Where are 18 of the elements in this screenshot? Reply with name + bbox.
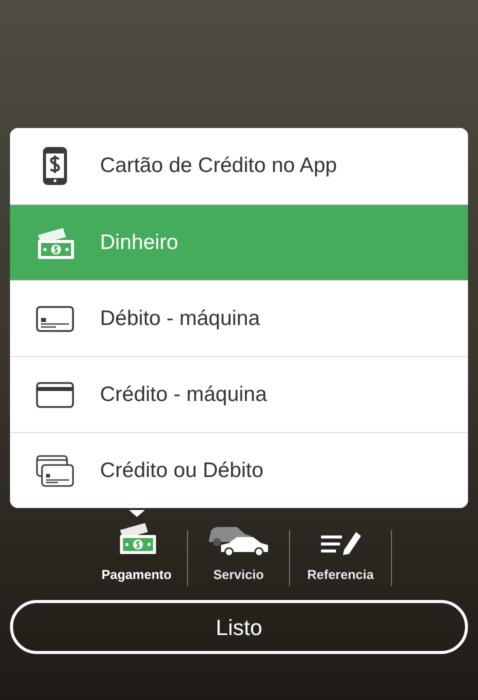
option-label: Cartão de Crédito no App: [100, 153, 337, 180]
tab-label: Pagamento: [101, 566, 172, 584]
tab-label: Servicio: [213, 566, 264, 584]
tab[interactable]: Servicio: [188, 512, 289, 586]
card-icon: [36, 306, 74, 332]
option-label: Crédito - máquina: [100, 382, 267, 408]
credit-card-icon: [36, 382, 74, 408]
stacked-cards-icon: [36, 454, 74, 486]
tab[interactable]: Pagamento: [86, 512, 187, 586]
option-label: Dinheiro: [100, 230, 178, 256]
done-button[interactable]: Listo: [10, 600, 468, 654]
payment-option[interactable]: Crédito ou Débito: [10, 432, 468, 508]
pointer-arrow: [128, 510, 144, 517]
tab[interactable]: Referencia: [290, 512, 391, 586]
option-label: Crédito ou Débito: [100, 458, 264, 484]
option-label: Débito - máquina: [100, 306, 260, 332]
tab-label: Referencia: [307, 566, 374, 584]
phone-dollar-icon: [43, 147, 67, 185]
